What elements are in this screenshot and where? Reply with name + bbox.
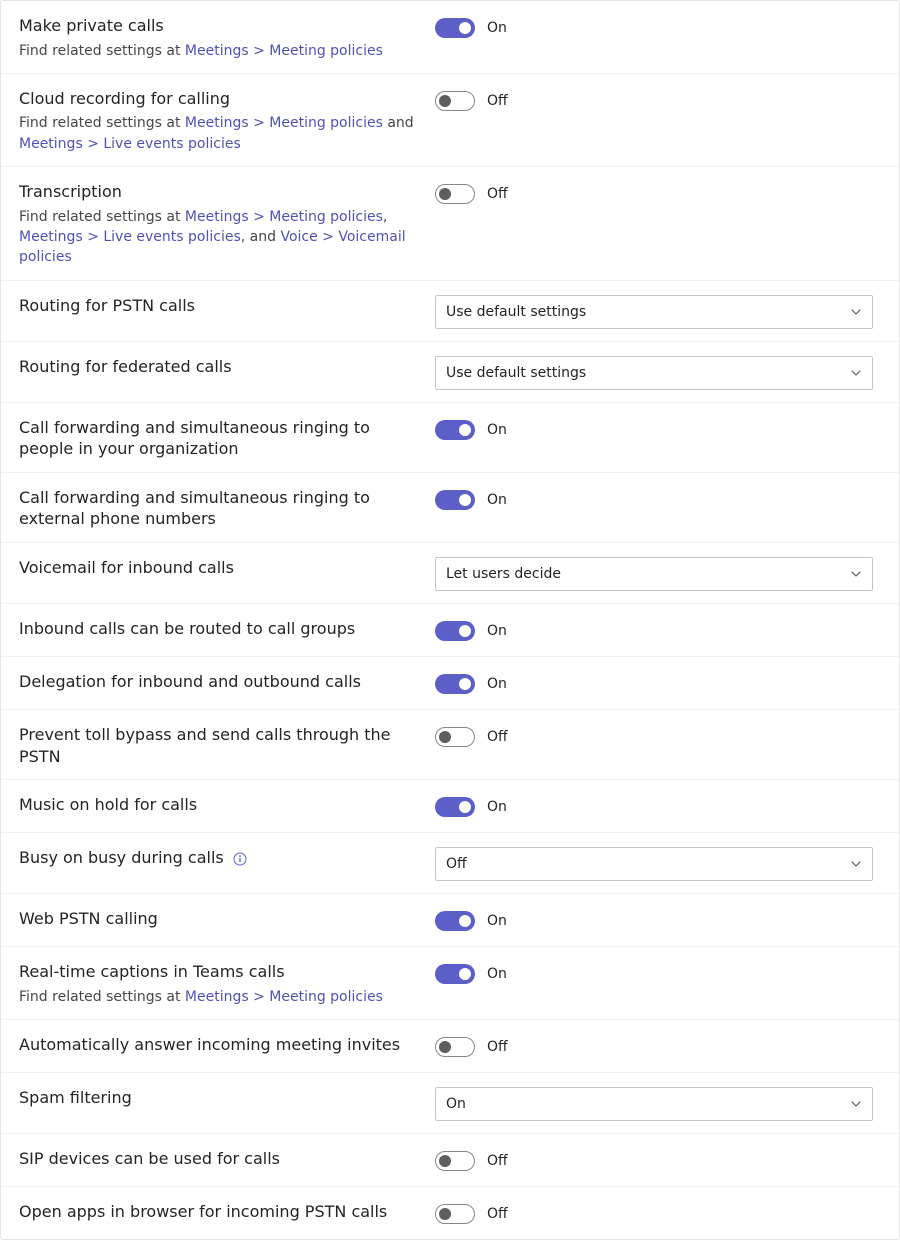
select-value: On [446,1096,466,1112]
select-value: Let users decide [446,566,561,582]
setting-title: Make private calls [19,15,415,37]
toggle-state-label: On [487,799,507,815]
row-spam-filtering: Spam filtering On [1,1073,899,1134]
setting-title: Web PSTN calling [19,908,415,930]
toggle-state-label: Off [487,1206,508,1222]
row-sip-devices: SIP devices can be used for calls Off [1,1134,899,1187]
row-web-pstn: Web PSTN calling On [1,894,899,947]
row-transcription: Transcription Find related settings at M… [1,167,899,280]
setting-title: Inbound calls can be routed to call grou… [19,618,415,640]
control-col: On [435,13,881,41]
row-make-private-calls: Make private calls Find related settings… [1,1,899,74]
select-busy-on-busy[interactable]: Off [435,847,873,881]
toggle-state-label: On [487,20,507,36]
toggle-inbound-call-groups[interactable] [435,621,475,641]
setting-title: Music on hold for calls [19,794,415,816]
setting-subtext: Find related settings at Meetings > Meet… [19,207,415,268]
link-meetings-meeting-policies[interactable]: Meetings > Meeting policies [185,115,383,131]
select-spam-filtering[interactable]: On [435,1087,873,1121]
row-open-in-browser: Open apps in browser for incoming PSTN c… [1,1187,899,1239]
info-icon[interactable] [233,852,247,866]
toggle-fwd-external[interactable] [435,490,475,510]
toggle-transcription[interactable] [435,184,475,204]
toggle-cloud-recording[interactable] [435,91,475,111]
row-delegation: Delegation for inbound and outbound call… [1,657,899,710]
toggle-prevent-toll-bypass[interactable] [435,727,475,747]
toggle-state-label: Off [487,1153,508,1169]
link-meetings-live-events-policies[interactable]: Meetings > Live events policies [19,136,241,152]
toggle-state-label: On [487,676,507,692]
toggle-realtime-captions[interactable] [435,964,475,984]
setting-title: Automatically answer incoming meeting in… [19,1034,415,1056]
row-voicemail-inbound: Voicemail for inbound calls Let users de… [1,543,899,604]
select-value: Off [446,856,467,872]
row-routing-federated: Routing for federated calls Use default … [1,342,899,403]
setting-title: Delegation for inbound and outbound call… [19,671,415,693]
setting-title: SIP devices can be used for calls [19,1148,415,1170]
setting-title: Transcription [19,181,415,203]
toggle-state-label: Off [487,729,508,745]
toggle-state-label: On [487,422,507,438]
select-routing-federated[interactable]: Use default settings [435,356,873,390]
toggle-web-pstn[interactable] [435,911,475,931]
toggle-open-in-browser[interactable] [435,1204,475,1224]
setting-title: Call forwarding and simultaneous ringing… [19,487,415,530]
setting-subtext: Find related settings at Meetings > Meet… [19,113,415,154]
toggle-music-on-hold[interactable] [435,797,475,817]
toggle-state-label: Off [487,93,508,109]
row-routing-pstn: Routing for PSTN calls Use default setti… [1,281,899,342]
toggle-auto-answer[interactable] [435,1037,475,1057]
link-meetings-meeting-policies[interactable]: Meetings > Meeting policies [185,209,383,225]
setting-title: Spam filtering [19,1087,415,1109]
select-voicemail-inbound[interactable]: Let users decide [435,557,873,591]
setting-title: Open apps in browser for incoming PSTN c… [19,1201,415,1223]
toggle-state-label: Off [487,1039,508,1055]
select-routing-pstn[interactable]: Use default settings [435,295,873,329]
subtext-prefix: Find related settings at [19,43,185,59]
toggle-state-label: On [487,913,507,929]
toggle-sip-devices[interactable] [435,1151,475,1171]
toggle-delegation[interactable] [435,674,475,694]
setting-subtext: Find related settings at Meetings > Meet… [19,41,415,61]
toggle-state-label: On [487,966,507,982]
row-music-on-hold: Music on hold for calls On [1,780,899,833]
setting-title: Voicemail for inbound calls [19,557,415,579]
row-busy-on-busy: Busy on busy during calls Off [1,833,899,894]
select-value: Use default settings [446,365,586,381]
chevron-down-icon [850,1098,862,1110]
row-cloud-recording: Cloud recording for calling Find related… [1,74,899,167]
toggle-state-label: On [487,623,507,639]
chevron-down-icon [850,858,862,870]
link-meetings-meeting-policies[interactable]: Meetings > Meeting policies [185,989,383,1005]
chevron-down-icon [850,568,862,580]
row-auto-answer: Automatically answer incoming meeting in… [1,1020,899,1073]
setting-title: Call forwarding and simultaneous ringing… [19,417,415,460]
toggle-state-label: On [487,492,507,508]
row-realtime-captions: Real-time captions in Teams calls Find r… [1,947,899,1020]
setting-title: Prevent toll bypass and send calls throu… [19,724,415,767]
chevron-down-icon [850,306,862,318]
setting-title: Routing for federated calls [19,356,415,378]
row-fwd-internal: Call forwarding and simultaneous ringing… [1,403,899,473]
toggle-state-label: Off [487,186,508,202]
toggle-fwd-internal[interactable] [435,420,475,440]
select-value: Use default settings [446,304,586,320]
setting-title: Routing for PSTN calls [19,295,415,317]
chevron-down-icon [850,367,862,379]
settings-panel: Make private calls Find related settings… [0,0,900,1240]
setting-title: Real-time captions in Teams calls [19,961,415,983]
row-inbound-call-groups: Inbound calls can be routed to call grou… [1,604,899,657]
setting-title: Cloud recording for calling [19,88,415,110]
link-meetings-live-events-policies[interactable]: Meetings > Live events policies [19,229,241,245]
row-prevent-toll-bypass: Prevent toll bypass and send calls throu… [1,710,899,780]
setting-subtext: Find related settings at Meetings > Meet… [19,987,415,1007]
toggle-make-private-calls[interactable] [435,18,475,38]
link-meetings-meeting-policies[interactable]: Meetings > Meeting policies [185,43,383,59]
row-fwd-external: Call forwarding and simultaneous ringing… [1,473,899,543]
label-col: Make private calls Find related settings… [19,13,435,61]
setting-title: Busy on busy during calls [19,847,415,869]
